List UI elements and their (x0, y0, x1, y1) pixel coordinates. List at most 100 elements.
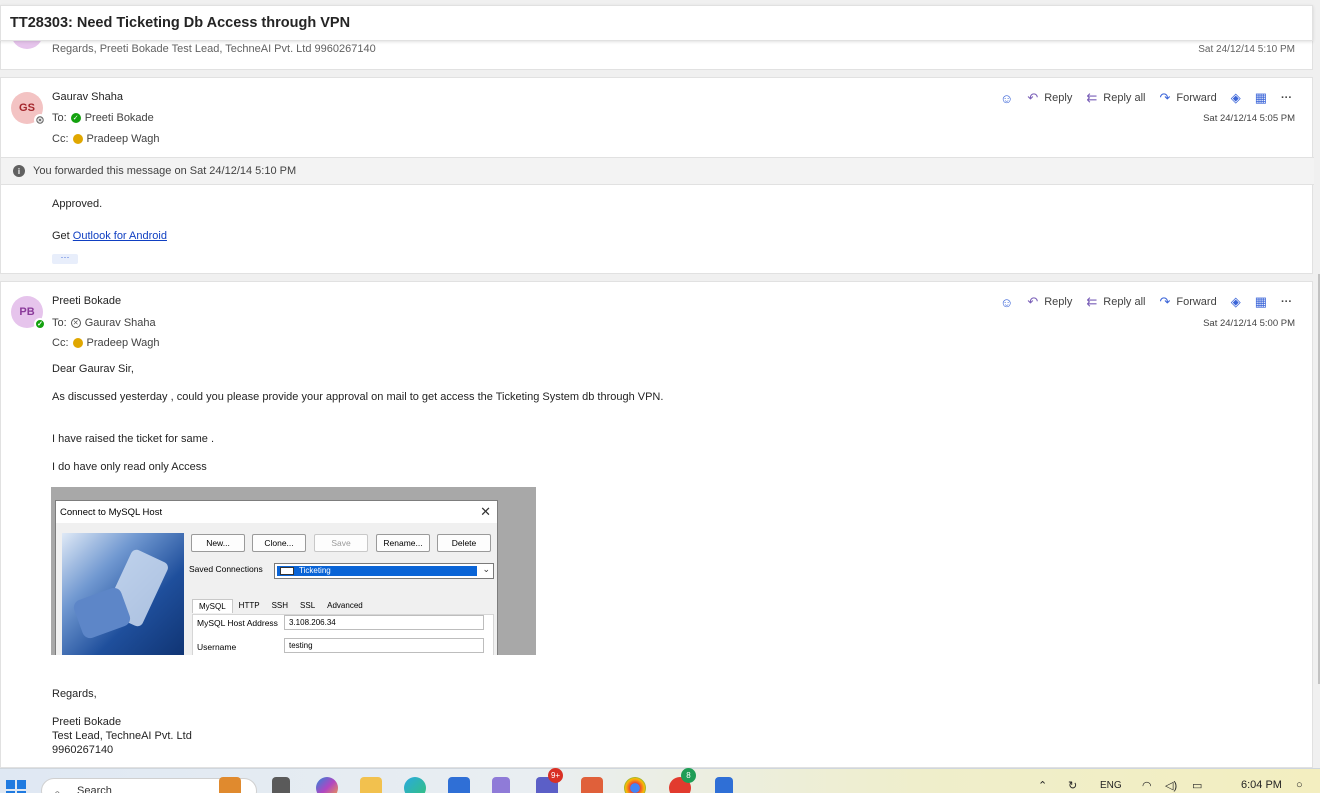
signature-line: Get Outlook for Android (52, 230, 167, 242)
tab-ssh: SSH (271, 601, 289, 610)
signature-name: Preeti Bokade (52, 716, 122, 728)
notepad-icon[interactable] (715, 777, 733, 793)
task-view-icon[interactable] (272, 777, 290, 793)
host-label: MySQL Host Address (197, 618, 278, 628)
emoji-reaction-button[interactable]: ☺ (1000, 295, 1013, 310)
to-label: To: (52, 317, 67, 329)
search-icon: ⌕ (54, 786, 61, 793)
notification-badge: 9+ (548, 768, 563, 783)
presence-offline-icon: ✕ (70, 318, 81, 328)
greeting: Dear Gaurav Sir, (52, 363, 134, 375)
email-subject: TT28303: Need Ticketing Db Access throug… (0, 5, 1313, 41)
notification-badge: 8 (681, 768, 696, 783)
avatar[interactable]: PB ✓ (11, 296, 46, 330)
forward-button[interactable]: ↷ Forward (1159, 294, 1216, 310)
presence-available-icon: ✓ (70, 113, 81, 123)
forward-icon: ↷ (1159, 294, 1171, 309)
cc-recipient[interactable]: Pradeep Wagh (87, 133, 160, 145)
chevron-up-icon[interactable]: ⌃ (1038, 779, 1047, 792)
outlook-android-link[interactable]: Outlook for Android (73, 230, 167, 242)
reply-all-button[interactable]: ⇇ Reply all (1086, 90, 1145, 106)
more-icon: ··· (1281, 296, 1292, 308)
reply-label: Reply (1044, 92, 1073, 104)
apps-grid-icon: ▦ (1254, 294, 1267, 309)
to-line: To: ✕ Gaurav Shaha (52, 317, 156, 329)
reply-button[interactable]: ↶ Reply (1027, 294, 1072, 310)
message-actions: ☺ ↶ Reply ⇇ Reply all ↷ Forward ◈ ▦ ··· (986, 294, 1292, 310)
apps-button[interactable]: ▦ (1255, 294, 1267, 310)
edge-icon[interactable] (404, 777, 426, 793)
sender-name[interactable]: Preeti Bokade (52, 295, 121, 307)
windows-start-icon[interactable] (6, 780, 26, 793)
close-icon: ✕ (480, 504, 491, 519)
to-recipient[interactable]: Preeti Bokade (85, 112, 154, 124)
app-icon[interactable] (492, 777, 510, 793)
show-quoted-text-button[interactable]: ··· (52, 253, 78, 264)
more-actions-button[interactable]: ··· (1281, 296, 1292, 308)
presence-away-icon (72, 338, 83, 348)
battery-icon[interactable]: ▭ (1192, 779, 1202, 792)
volume-icon[interactable]: ◁) (1165, 779, 1177, 792)
delete-button: Delete (437, 534, 491, 552)
chevron-down-icon: ⌄ (482, 564, 490, 574)
notification-bell-icon[interactable]: ○ (1296, 779, 1303, 791)
reply-icon: ↶ (1027, 90, 1039, 105)
signature-prefix: Get (52, 230, 70, 242)
message-card-gaurav: GS Gaurav Shaha To: ✓ Preeti Bokade Cc: … (0, 77, 1314, 274)
clock[interactable]: 6:04 PM (1241, 779, 1282, 791)
puzzle-image (62, 533, 184, 655)
tab-http: HTTP (238, 601, 260, 610)
refresh-icon[interactable]: ↻ (1068, 779, 1077, 792)
apps-button[interactable]: ▦ (1255, 90, 1267, 106)
briefcase-icon[interactable] (219, 777, 241, 793)
saved-connection-value: Ticketing (299, 566, 331, 575)
rename-button: Rename... (376, 534, 430, 552)
avatar-initials: PB (19, 306, 35, 318)
body-paragraph: As discussed yesterday , could you pleas… (52, 391, 664, 403)
forwarded-notice: i You forwarded this message on Sat 24/1… (1, 157, 1314, 185)
chrome-icon[interactable] (624, 777, 646, 793)
loop-button[interactable]: ◈ (1231, 90, 1241, 106)
emoji-reaction-button[interactable]: ☺ (1000, 91, 1013, 106)
tab-advanced: Advanced (327, 601, 363, 610)
language-indicator[interactable]: ENG (1100, 780, 1122, 791)
reply-all-button[interactable]: ⇇ Reply all (1086, 294, 1145, 310)
cc-label: Cc: (52, 337, 69, 349)
app-icon[interactable] (581, 777, 603, 793)
signature-phone: 9960267140 (52, 744, 114, 756)
app-icon[interactable]: 8 (669, 768, 696, 793)
cc-line: Cc: Pradeep Wagh (52, 133, 159, 145)
smiley-icon: ☺ (1000, 294, 1014, 310)
message-timestamp: Sat 24/12/14 5:00 PM (1203, 318, 1295, 329)
to-label: To: (52, 112, 67, 124)
teams-icon[interactable]: 9+ (536, 768, 563, 793)
cc-recipient[interactable]: Pradeep Wagh (87, 337, 160, 349)
info-icon: i (13, 165, 25, 177)
message-timestamp: Sat 24/12/14 5:10 PM (1198, 44, 1295, 55)
file-explorer-icon[interactable] (360, 777, 382, 793)
wifi-icon[interactable]: ◠ (1142, 779, 1152, 792)
sender-name[interactable]: Gaurav Shaha (52, 91, 123, 103)
store-icon[interactable] (448, 777, 470, 793)
forward-icon: ↷ (1159, 90, 1171, 105)
embedded-screenshot[interactable]: Connect to MySQL Host ✕ New... Clone... … (51, 487, 536, 655)
loop-button[interactable]: ◈ (1231, 294, 1241, 310)
more-actions-button[interactable]: ··· (1281, 92, 1292, 104)
reply-all-label: Reply all (1103, 92, 1146, 104)
reply-button[interactable]: ↶ Reply (1027, 90, 1072, 106)
username-label: Username (197, 642, 237, 652)
tab-ssl: SSL (300, 601, 316, 610)
to-recipient[interactable]: Gaurav Shaha (85, 317, 156, 329)
host-field: 3.108.206.34 (284, 615, 484, 630)
forward-button[interactable]: ↷ Forward (1159, 90, 1216, 106)
copilot-icon[interactable] (316, 777, 338, 793)
save-button: Save (314, 534, 368, 552)
saved-connections-label: Saved Connections (189, 564, 263, 574)
loop-icon: ◈ (1230, 90, 1241, 105)
presence-away-icon (72, 134, 83, 144)
saved-connections-select: Ticketing ⌄ (274, 563, 494, 579)
reply-label: Reply (1044, 296, 1073, 308)
forward-label: Forward (1176, 92, 1217, 104)
mysql-connect-dialog: Connect to MySQL Host ✕ New... Clone... … (55, 500, 498, 655)
avatar[interactable]: GS (11, 92, 46, 126)
